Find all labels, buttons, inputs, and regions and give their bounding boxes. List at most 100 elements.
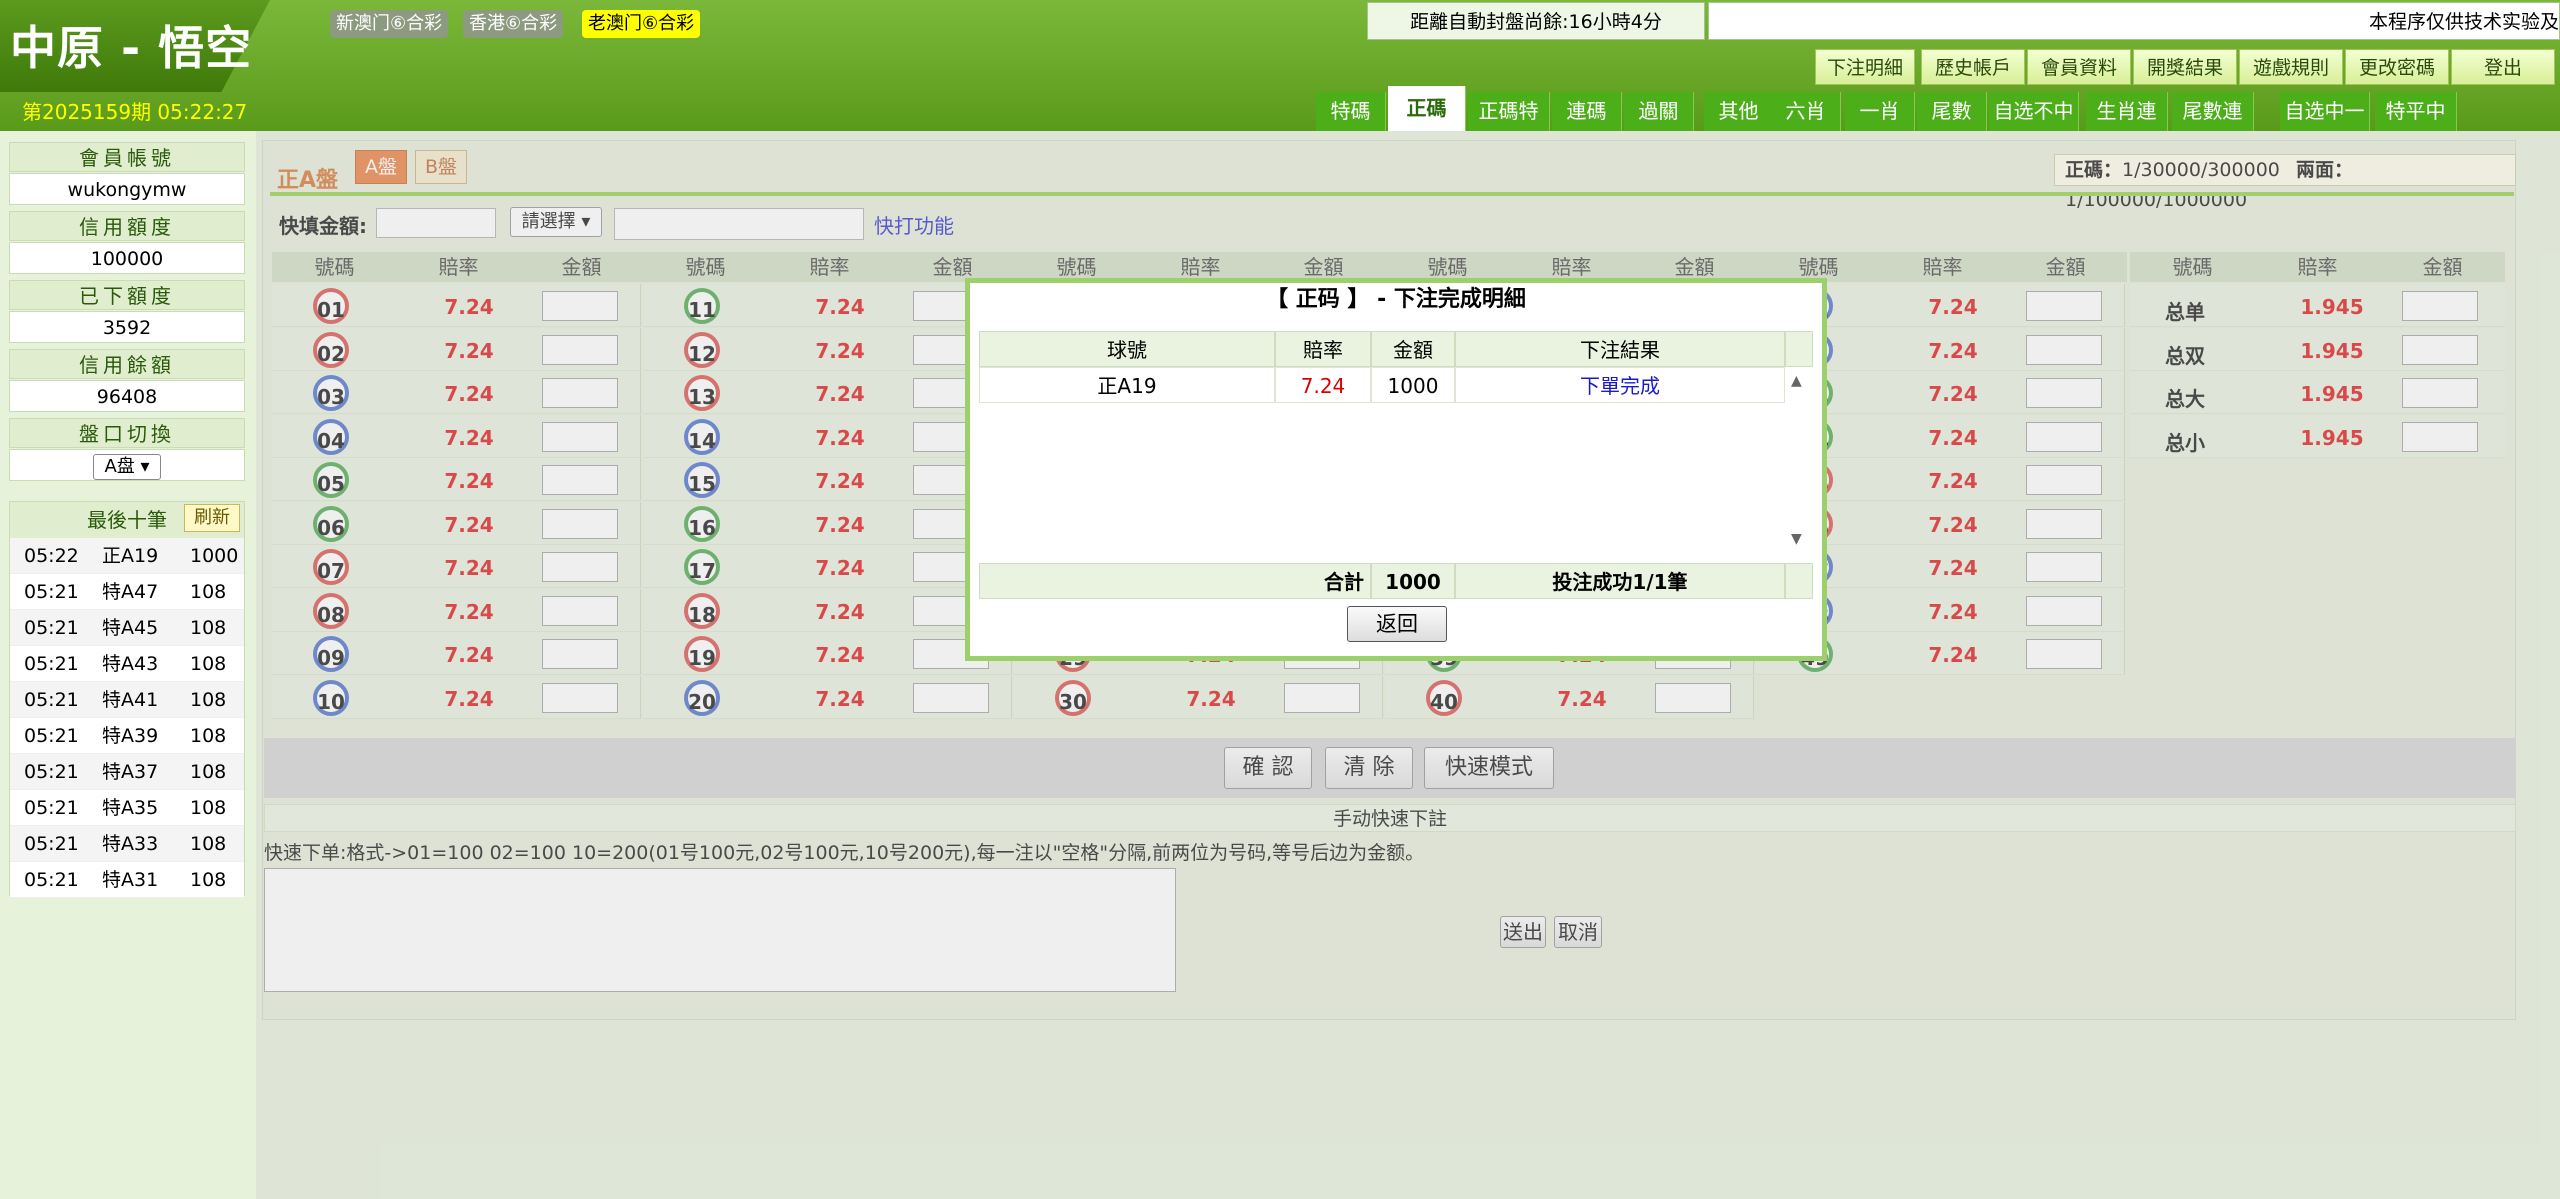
last-ten-item: 特A31 xyxy=(102,869,159,891)
last-ten-amount: 1000 xyxy=(190,545,239,567)
last-ten-item: 正A19 xyxy=(102,545,159,567)
notice-marquee: 本程序仅供技术实验及 xyxy=(1708,2,2560,40)
refresh-button[interactable]: 刷新 xyxy=(184,504,240,532)
modal-col-amount: 金額 xyxy=(1371,331,1455,367)
nav-tab-11[interactable]: 生肖連 xyxy=(2086,92,2168,131)
plate-switch-select[interactable]: A盘 ▾ xyxy=(93,454,161,480)
nav-tab-12[interactable]: 尾數連 xyxy=(2172,92,2254,131)
nav-tab-7[interactable]: 六肖 xyxy=(1771,92,1841,131)
modal-title: 【 正码 】 - 下注完成明細 xyxy=(1266,287,1526,312)
last-ten-time: 05:21 xyxy=(24,869,79,891)
credit-label: 信用額度 xyxy=(9,211,245,241)
last-ten-time: 05:21 xyxy=(24,689,79,711)
last-ten-row: 05:22 正A19 1000 xyxy=(10,538,244,574)
last-ten-item: 特A45 xyxy=(102,617,159,639)
last-ten-panel: 最後十筆 刷新 05:22 正A19 1000 05:21 特A47 108 05:21 特A… xyxy=(9,501,245,898)
last-ten-item: 特A39 xyxy=(102,725,159,747)
switch-cell: A盘 ▾ xyxy=(9,449,245,481)
last-ten-amount: 108 xyxy=(190,761,227,783)
last-ten-time: 05:21 xyxy=(24,653,79,675)
balance-label: 信用餘額 xyxy=(9,349,245,379)
credit-value: 100000 xyxy=(9,242,245,274)
last-ten-amount: 108 xyxy=(190,869,227,891)
last-ten-row: 05:21 特A31 108 xyxy=(10,862,244,898)
last-ten-item: 特A33 xyxy=(102,833,159,855)
modal-scrollbar[interactable]: ▲ ▼ xyxy=(1791,373,1807,553)
link-results[interactable]: 開獎結果 xyxy=(2133,49,2237,85)
modal-footer-pad xyxy=(1785,563,1813,599)
modal-total-amount: 1000 xyxy=(1371,563,1455,599)
nav-tab-4[interactable]: 連碼 xyxy=(1552,92,1622,131)
lottery-tab-hongkong[interactable]: 香港⑥合彩 xyxy=(463,10,564,38)
site-logo: 中原 - 悟空 xyxy=(10,21,253,75)
last-ten-item: 特A37 xyxy=(102,761,159,783)
modal-col-ball: 球號 xyxy=(979,331,1275,367)
lottery-tab-old-macau[interactable]: 老澳门⑥合彩 xyxy=(582,10,701,38)
balance-value: 96408 xyxy=(9,380,245,412)
link-bet-details[interactable]: 下注明細 xyxy=(1815,49,1915,85)
scroll-down-icon[interactable]: ▼ xyxy=(1791,531,1802,547)
last-ten-item: 特A47 xyxy=(102,581,159,603)
last-ten-row: 05:21 特A37 108 xyxy=(10,754,244,790)
modal-row-item: 正A19 xyxy=(979,367,1275,403)
last-ten-row: 05:21 特A43 108 xyxy=(10,646,244,682)
last-ten-amount: 108 xyxy=(190,725,227,747)
account-value: wukongymw xyxy=(9,173,245,205)
modal-total-label: 合計 xyxy=(979,563,1371,599)
modal-row-result: 下單完成 xyxy=(1455,367,1785,403)
last-ten-row: 05:21 特A41 108 xyxy=(10,682,244,718)
last-ten-time: 05:21 xyxy=(24,833,79,855)
nav-tab-13[interactable]: 自选中一 xyxy=(2280,92,2370,131)
last-ten-time: 05:21 xyxy=(24,797,79,819)
nav-tab-2[interactable]: 正碼 xyxy=(1388,86,1466,131)
nav-tab-6[interactable]: 其他 xyxy=(1704,92,1774,131)
account-label: 會員帳號 xyxy=(9,142,245,172)
last-ten-item: 特A35 xyxy=(102,797,159,819)
last-ten-row: 05:21 特A39 108 xyxy=(10,718,244,754)
link-change-password[interactable]: 更改密碼 xyxy=(2345,49,2449,85)
modal-row-odds: 7.24 xyxy=(1275,367,1371,403)
nav-tab-3[interactable]: 正碼特 xyxy=(1468,92,1550,131)
last-ten-item: 特A41 xyxy=(102,689,159,711)
nav-tab-9[interactable]: 尾數 xyxy=(1917,92,1987,131)
countdown-timer: 距離自動封盤尚餘:16小時4分 xyxy=(1367,2,1705,40)
back-button[interactable]: 返回 xyxy=(1347,606,1447,642)
last-ten-amount: 108 xyxy=(190,581,227,603)
scroll-up-icon[interactable]: ▲ xyxy=(1791,373,1807,389)
nav-tab-14[interactable]: 特平中 xyxy=(2375,92,2457,131)
last-ten-amount: 108 xyxy=(190,833,227,855)
link-logout[interactable]: 登出 xyxy=(2451,49,2555,85)
lottery-tab-new-macau[interactable]: 新澳门⑥合彩 xyxy=(330,10,449,38)
bet-result-modal: 【 正码 】 - 下注完成明細 球號 賠率 金額 下注結果 正A19 7.24 … xyxy=(965,278,1827,661)
last-ten-row: 05:21 特A35 108 xyxy=(10,790,244,826)
link-rules[interactable]: 遊戲規則 xyxy=(2239,49,2343,85)
last-ten-time: 05:22 xyxy=(24,545,79,567)
modal-col-scroll xyxy=(1785,331,1813,367)
nav-tab-8[interactable]: 一肖 xyxy=(1845,92,1915,131)
plate-switch-value: A盘 xyxy=(104,456,135,477)
nav-tab-5[interactable]: 過關 xyxy=(1624,92,1694,131)
switch-label: 盤口切換 xyxy=(9,418,245,448)
nav-tab-1[interactable]: 特碼 xyxy=(1316,92,1386,131)
last-ten-amount: 108 xyxy=(190,689,227,711)
placed-label: 已下額度 xyxy=(9,280,245,310)
modal-col-odds: 賠率 xyxy=(1275,331,1371,367)
modal-success-text: 投注成功1/1筆 xyxy=(1455,563,1785,599)
link-member-info[interactable]: 會員資料 xyxy=(2027,49,2131,85)
last-ten-item: 特A43 xyxy=(102,653,159,675)
last-ten-amount: 108 xyxy=(190,653,227,675)
placed-value: 3592 xyxy=(9,311,245,343)
modal-col-result: 下注結果 xyxy=(1455,331,1785,367)
modal-row-amount: 1000 xyxy=(1371,367,1455,403)
last-ten-time: 05:21 xyxy=(24,725,79,747)
last-ten-title: 最後十筆 xyxy=(87,508,167,532)
last-ten-row: 05:21 特A47 108 xyxy=(10,574,244,610)
last-ten-time: 05:21 xyxy=(24,761,79,783)
last-ten-time: 05:21 xyxy=(24,617,79,639)
last-ten-amount: 108 xyxy=(190,617,227,639)
last-ten-time: 05:21 xyxy=(24,581,79,603)
link-history[interactable]: 歷史帳戶 xyxy=(1921,49,2025,85)
last-ten-row: 05:21 特A33 108 xyxy=(10,826,244,862)
nav-tab-10[interactable]: 自选不中 xyxy=(1989,92,2079,131)
period-time: 第2025159期 05:22:27 xyxy=(22,100,248,124)
